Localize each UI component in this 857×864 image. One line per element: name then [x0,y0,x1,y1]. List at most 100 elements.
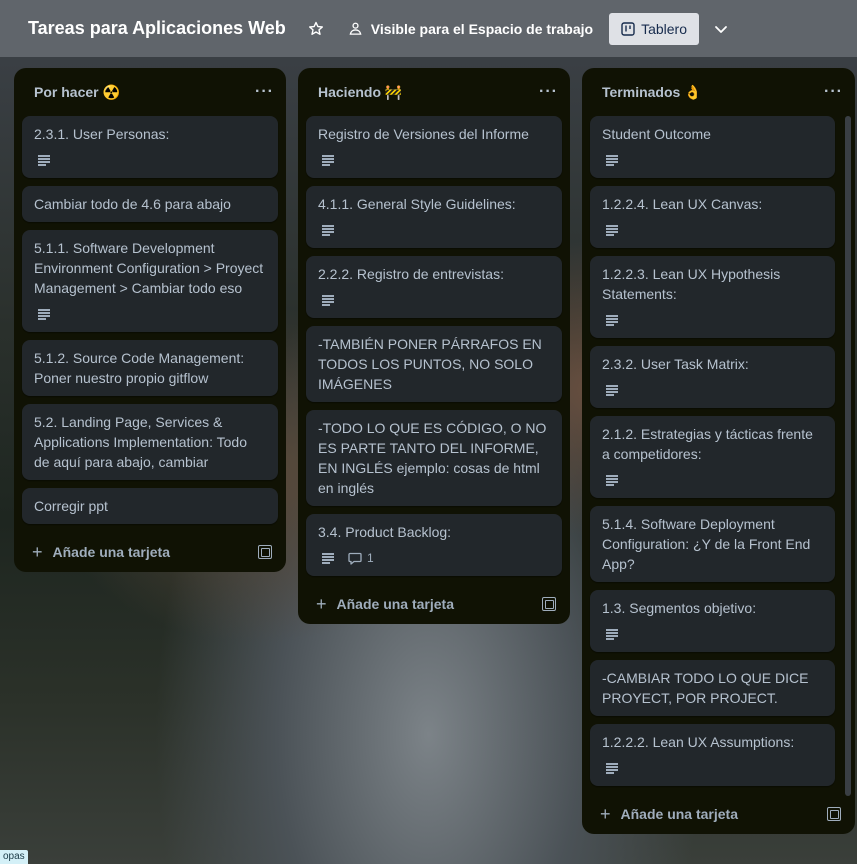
comment-count: 1 [367,551,374,565]
card[interactable]: Student Outcome [590,116,835,178]
card[interactable]: Registro de Versiones del Informe [306,116,562,178]
plus-icon: + [316,594,327,614]
add-card-label: Añade una tarjeta [52,544,170,560]
list-menu-icon[interactable]: ··· [255,83,274,101]
card-badges [318,220,550,240]
card-badges [34,150,266,170]
card-title: 4.1.1. General Style Guidelines: [318,196,516,212]
description-icon [606,763,618,774]
description-icon [38,309,50,320]
list-header: Por hacer ☢️ ··· [14,68,286,116]
add-card-row: + Añade una tarjeta [14,532,286,572]
card[interactable]: -CAMBIAR TODO LO QUE DICE PROYECT, POR P… [590,660,835,716]
card[interactable]: 5.1.4. Software Deployment Configuration… [590,506,835,582]
card[interactable]: 5.1.1. Software Development Environment … [22,230,278,332]
card-badges: 1 [318,548,550,568]
card-list: Student Outcome 1.2.2.4. Lean UX Canvas:… [582,116,855,786]
card[interactable]: 3.4. Product Backlog: 1 [306,514,562,576]
card-badges [602,310,823,330]
add-card-label: Añade una tarjeta [336,596,454,612]
card-title: Registro de Versiones del Informe [318,126,529,142]
workspace-visibility-icon [349,22,362,35]
description-icon [322,155,334,166]
card-template-icon[interactable] [258,545,272,559]
list-title[interactable]: Terminados 👌 [602,84,702,101]
scrollbar-thumb[interactable] [845,116,851,796]
board-view-button[interactable]: Tablero [609,12,699,45]
list-menu-icon[interactable]: ··· [824,83,843,101]
card-badges [602,220,823,240]
list-title[interactable]: Haciendo 🚧 [318,84,402,101]
board-header: Tareas para Aplicaciones Web Visible par… [0,0,857,57]
list-scrollbar[interactable] [845,116,851,796]
card-badges [318,290,550,310]
board-title[interactable]: Tareas para Aplicaciones Web [28,18,286,39]
add-card-button[interactable]: + Añade una tarjeta [316,594,454,614]
add-card-label: Añade una tarjeta [620,806,738,822]
add-card-button[interactable]: + Añade una tarjeta [600,804,738,824]
card[interactable]: 1.2.2.2. Lean UX Assumptions: [590,724,835,786]
card[interactable]: Corregir ppt [22,488,278,524]
list-por-hacer: Por hacer ☢️ ··· 2.3.1. User Personas: C… [14,68,286,572]
description-icon [606,155,618,166]
plus-icon: + [32,542,43,562]
card-title: -CAMBIAR TODO LO QUE DICE PROYECT, POR P… [602,670,809,706]
card-title: 2.1.2. Estrategias y tácticas frente a c… [602,426,813,462]
description-icon [606,315,618,326]
comment-badge: 1 [348,548,374,568]
star-icon[interactable] [308,21,324,37]
plus-icon: + [600,804,611,824]
card-title: Student Outcome [602,126,711,142]
list-header: Haciendo 🚧 ··· [298,68,570,116]
card-badges [602,150,823,170]
card-title: 2.2.2. Registro de entrevistas: [318,266,504,282]
list-title[interactable]: Por hacer ☢️ [34,84,120,101]
card-badges [318,150,550,170]
description-icon [606,475,618,486]
description-icon [606,385,618,396]
card[interactable]: 2.3.2. User Task Matrix: [590,346,835,408]
list-menu-icon[interactable]: ··· [539,83,558,101]
card[interactable]: 5.2. Landing Page, Services & Applicatio… [22,404,278,480]
description-icon [322,295,334,306]
card[interactable]: Cambiar todo de 4.6 para abajo [22,186,278,222]
card[interactable]: -TODO LO QUE ES CÓDIGO, O NO ES PARTE TA… [306,410,562,506]
card-title: 1.2.2.2. Lean UX Assumptions: [602,734,795,750]
card-title: Corregir ppt [34,498,108,514]
card-badges [602,470,823,490]
card-title: 5.2. Landing Page, Services & Applicatio… [34,414,247,470]
card[interactable]: 1.2.2.3. Lean UX Hypothesis Statements: [590,256,835,338]
card[interactable]: 4.1.1. General Style Guidelines: [306,186,562,248]
card-title: 5.1.1. Software Development Environment … [34,240,264,296]
visibility-button[interactable]: Visible para el Espacio de trabajo [348,21,593,37]
card[interactable]: 2.1.2. Estrategias y tácticas frente a c… [590,416,835,498]
card[interactable]: 5.1.2. Source Code Management: Poner nue… [22,340,278,396]
card[interactable]: 2.3.1. User Personas: [22,116,278,178]
card-title: 3.4. Product Backlog: [318,524,452,540]
description-icon [322,225,334,236]
add-card-button[interactable]: + Añade una tarjeta [32,542,170,562]
card-badges [602,380,823,400]
card-template-icon[interactable] [542,597,556,611]
card-badges [34,304,266,324]
board-view-label: Tablero [641,20,687,37]
board-icon [621,21,635,36]
corner-tooltip: opas [0,850,28,864]
description-icon [322,553,334,564]
list-terminados: Terminados 👌 ··· Student Outcome 1.2.2.4… [582,68,855,834]
card-title: 1.3. Segmentos objetivo: [602,600,757,616]
card-template-icon[interactable] [827,807,841,821]
card-list: 2.3.1. User Personas: Cambiar todo de 4.… [14,116,286,524]
card[interactable]: 2.2.2. Registro de entrevistas: [306,256,562,318]
card-badges [602,758,823,778]
card-title: 1.2.2.3. Lean UX Hypothesis Statements: [602,266,781,302]
card[interactable]: 1.2.2.4. Lean UX Canvas: [590,186,835,248]
chevron-down-icon[interactable] [713,21,729,37]
card[interactable]: 1.3. Segmentos objetivo: [590,590,835,652]
visibility-label: Visible para el Espacio de trabajo [370,20,594,37]
add-card-row: + Añade una tarjeta [582,794,855,834]
card-title: Cambiar todo de 4.6 para abajo [34,196,231,212]
card[interactable]: -TAMBIÉN PONER PÁRRAFOS EN TODOS LOS PUN… [306,326,562,402]
description-icon [38,155,50,166]
list-haciendo: Haciendo 🚧 ··· Registro de Versiones del… [298,68,570,624]
